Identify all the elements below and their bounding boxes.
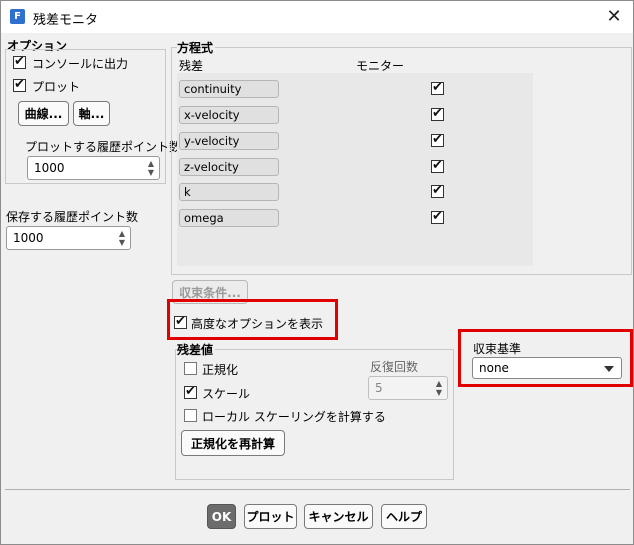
store-history-value: 1000 [13, 231, 44, 245]
window-title: 残差モニタ [33, 13, 99, 28]
plot-label: プロット [32, 80, 81, 94]
monitor-checkbox-continuity[interactable] [431, 80, 444, 95]
monitor-checkbox-omega[interactable] [431, 209, 444, 224]
residual-values-heading: 残差値 [177, 341, 216, 358]
app-logo-icon: F [10, 9, 25, 24]
print-console-checkbox[interactable] [13, 54, 26, 69]
spinner-arrows-icon[interactable]: ▲ ▼ [434, 379, 444, 397]
equation-name-omega: omega [179, 209, 279, 227]
store-history-label: 保存する履歴ポイント数 [6, 210, 139, 224]
title-bar: F 残差モニタ ✕ [1, 1, 633, 33]
plot-checkbox[interactable] [13, 77, 26, 92]
iterations-spinner[interactable]: 5 ▲ ▼ [368, 376, 448, 400]
equation-name-z-velocity: z-velocity [179, 158, 279, 176]
store-history-spinner[interactable]: 1000 ▲ ▼ [6, 226, 131, 250]
close-icon[interactable]: ✕ [601, 5, 627, 29]
spinner-arrows-icon[interactable]: ▲ ▼ [146, 159, 156, 177]
plot-button[interactable]: プロット [244, 504, 297, 529]
footer-separator [5, 489, 630, 490]
curves-button[interactable]: 曲線... [18, 101, 69, 126]
local-scaling-checkbox[interactable] [184, 409, 197, 422]
equation-name-x-velocity: x-velocity [179, 106, 279, 124]
local-scaling-label: ローカル スケーリングを計算する [202, 410, 386, 424]
iterations-value: 5 [375, 381, 383, 395]
scale-checkbox[interactable] [184, 384, 197, 399]
equations-heading: 方程式 [177, 39, 216, 56]
monitor-checkbox-x-velocity[interactable] [431, 106, 444, 121]
monitor-checkbox-k[interactable] [431, 183, 444, 198]
axes-button[interactable]: 軸... [73, 101, 110, 126]
highlight-show-advanced [167, 299, 338, 340]
residual-column-header: 残差 [179, 59, 204, 73]
equation-name-y-velocity: y-velocity [179, 132, 279, 150]
ok-button[interactable]: OK [207, 504, 236, 529]
normalize-label: 正規化 [202, 363, 239, 377]
cancel-button[interactable]: キャンセル [304, 504, 373, 529]
highlight-convergence-criterion [458, 329, 633, 387]
monitor-checkbox-y-velocity[interactable] [431, 132, 444, 147]
iterations-label: 反復回数 [370, 360, 419, 374]
plot-history-value: 1000 [34, 161, 65, 175]
equation-name-continuity: continuity [179, 80, 279, 98]
residual-monitor-dialog: F 残差モニタ ✕ オプション コンソールに出力 プロット 曲線... 軸...… [0, 0, 634, 545]
scale-label: スケール [202, 387, 251, 401]
plot-history-spinner[interactable]: 1000 ▲ ▼ [27, 156, 160, 180]
normalize-checkbox[interactable] [184, 362, 197, 375]
monitor-column-header: モニター [356, 59, 405, 73]
monitor-checkbox-z-velocity[interactable] [431, 158, 444, 173]
spinner-arrows-icon[interactable]: ▲ ▼ [117, 229, 127, 247]
help-button[interactable]: ヘルプ [381, 504, 427, 529]
plot-history-label: プロットする履歴ポイント数 [25, 140, 182, 154]
print-console-label: コンソールに出力 [32, 57, 129, 71]
renormalize-button[interactable]: 正規化を再計算 [181, 430, 285, 456]
equation-name-k: k [179, 183, 279, 201]
